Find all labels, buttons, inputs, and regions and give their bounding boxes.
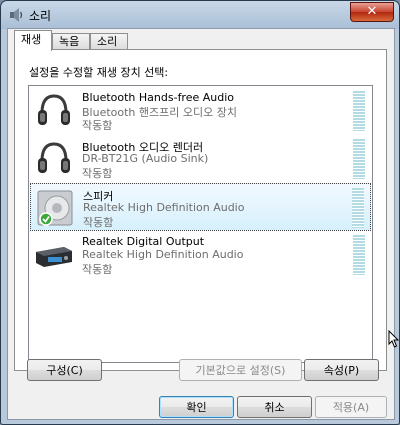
configure-button[interactable]: 구성(C) [27, 359, 102, 381]
headset-icon [38, 94, 70, 125]
device-list[interactable]: Bluetooth Hands-free Audio Bluetooth 핸즈프… [28, 85, 373, 363]
sound-dialog: 소리 ✕ 재생 녹음 소리 설정을 수정할 재생 장치 선택: Bluetoot… [0, 0, 400, 425]
dialog-client-area: 재생 녹음 소리 설정을 수정할 재생 장치 선택: Bluetooth Han… [7, 28, 395, 420]
list-item-bluetooth-handsfree[interactable]: Bluetooth Hands-free Audio Bluetooth 핸즈프… [30, 87, 371, 135]
device-status: 작동함 [83, 216, 114, 229]
digital-output-icon [36, 247, 72, 267]
close-button[interactable]: ✕ [350, 2, 394, 22]
speaker-app-icon [10, 8, 23, 22]
title-bar[interactable]: 소리 ✕ [1, 1, 399, 29]
tab-recording[interactable]: 녹음 [52, 33, 90, 49]
volume-meter [352, 188, 364, 228]
device-description: Realtek High Definition Audio [82, 248, 244, 261]
device-status: 작동함 [82, 119, 113, 132]
tab-playback[interactable]: 재생 [14, 30, 52, 51]
playback-panel: 설정을 수정할 재생 장치 선택: Bluetooth Hands-free A… [14, 49, 387, 371]
device-name: Bluetooth Hands-free Audio [82, 91, 235, 104]
resize-cursor-icon [388, 330, 400, 348]
device-name: Realtek Digital Output [82, 235, 205, 248]
device-status: 작동함 [82, 167, 113, 180]
list-item-speaker[interactable]: 스피커 Realtek High Definition Audio 작동함 [30, 183, 371, 231]
properties-button[interactable]: 속성(P) [304, 359, 379, 381]
default-check-icon [39, 212, 53, 226]
speaker-icon [37, 190, 73, 226]
list-item-digital-output[interactable]: Realtek Digital Output Realtek High Defi… [30, 231, 371, 279]
set-default-button[interactable]: 기본값으로 설정(S) [179, 359, 302, 381]
tab-sounds[interactable]: 소리 [90, 33, 128, 49]
apply-button[interactable]: 적용(A) [315, 396, 387, 418]
device-description: Realtek High Definition Audio [83, 201, 245, 214]
instruction-text: 설정을 수정할 재생 장치 선택: [29, 66, 169, 79]
volume-meter [353, 139, 365, 179]
window-title: 소리 [29, 9, 52, 23]
ok-button[interactable]: 확인 [159, 396, 234, 418]
device-description: DR-BT21G (Audio Sink) [82, 152, 209, 165]
close-icon: ✕ [366, 4, 378, 19]
volume-meter [353, 91, 365, 131]
volume-meter [353, 235, 365, 275]
cancel-button[interactable]: 취소 [237, 396, 312, 418]
device-status: 작동함 [82, 263, 113, 276]
list-item-bluetooth-renderer[interactable]: Bluetooth 오디오 렌더러 DR-BT21G (Audio Sink) … [30, 135, 371, 183]
headset-icon [38, 142, 70, 173]
